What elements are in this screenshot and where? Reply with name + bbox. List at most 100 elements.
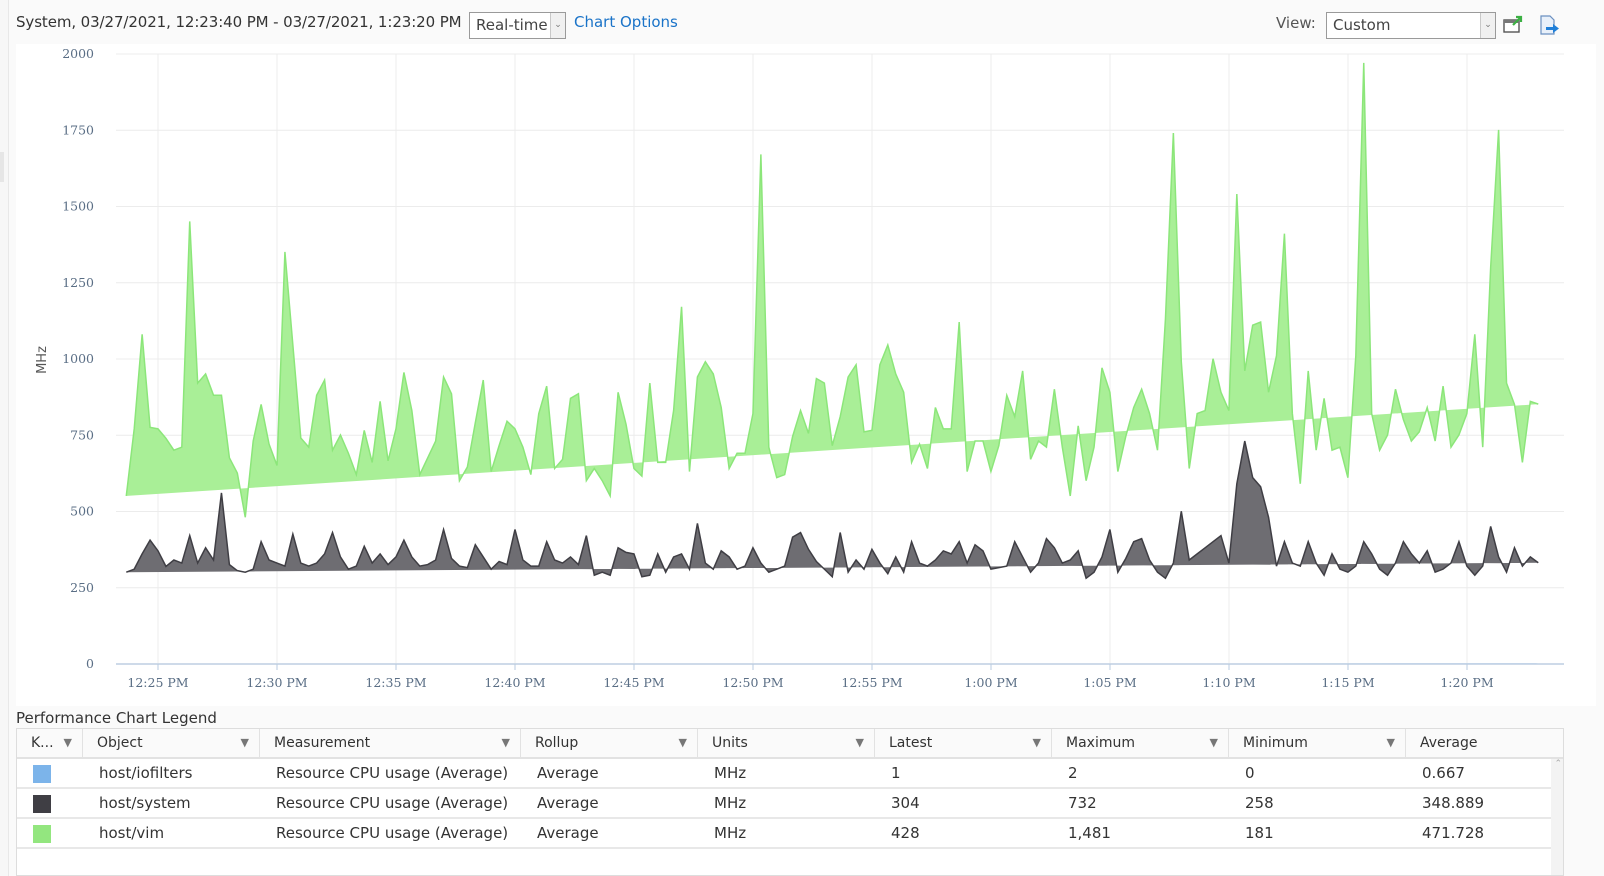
y-tick-label: 0 [86,656,94,671]
units-cell: MHz [714,764,747,782]
chart-svg: 025050075010001250150017502000 12:25 PM 1… [35,46,1564,690]
legend-scrollbar[interactable] [1551,759,1563,875]
column-header-key[interactable]: K... ▼ [17,729,83,757]
y-tick-label: 250 [70,580,94,595]
x-tick-label: 12:55 PM [841,675,902,690]
measurement-cell: Resource CPU usage (Average) [276,794,509,812]
column-label: Minimum [1243,735,1308,751]
y-tick-label: 750 [70,427,94,442]
rollup-cell: Average [537,764,599,782]
view-label: View: [1276,14,1316,32]
panel-collapse-handle[interactable] [0,152,4,182]
timespan-select[interactable]: Real-time ⌄ [469,12,566,39]
scroll-up-icon[interactable]: ⌃ [1554,759,1562,769]
column-label: Average [1420,735,1478,751]
filter-icon[interactable]: ▼ [64,729,72,757]
view-select[interactable]: Custom ⌄ [1326,12,1496,39]
column-header-average[interactable]: Average [1406,729,1563,757]
x-axis: 12:25 PM 12:30 PM 12:35 PM 12:40 PM 12:45 PM… [127,664,1494,690]
x-tick-label: 12:25 PM [127,675,188,690]
chart-header: System, 03/27/2021, 12:23:40 PM - 03/27/… [16,8,1596,42]
units-cell: MHz [714,794,747,812]
column-label: Latest [889,735,933,751]
x-tick-label: 12:40 PM [484,675,545,690]
minimum-cell: 258 [1245,794,1274,812]
x-tick-label: 1:05 PM [1083,675,1136,690]
column-label: Object [97,735,143,751]
filter-icon[interactable]: ▼ [502,729,510,757]
minimum-cell: 181 [1245,824,1274,842]
series-color-key [33,765,51,783]
chevron-down-icon: ⌄ [1480,13,1495,38]
x-tick-label: 1:10 PM [1202,675,1255,690]
column-header-units[interactable]: Units ▼ [698,729,875,757]
measurement-cell: Resource CPU usage (Average) [276,764,509,782]
performance-chart: 0 250 500 750 1000 1250 1500 1750 2000 12:25 PM 1… [16,44,1596,706]
average-cell: 471.728 [1422,824,1485,842]
x-tick-label: 1:15 PM [1321,675,1374,690]
filter-icon[interactable]: ▼ [1033,729,1041,757]
maximum-cell: 732 [1068,794,1097,812]
column-header-maximum[interactable]: Maximum ▼ [1052,729,1229,757]
object-cell: host/system [99,794,191,812]
object-cell: host/iofilters [99,764,193,782]
series-area-host-vim [126,62,1539,518]
column-header-rollup[interactable]: Rollup ▼ [521,729,698,757]
x-tick-label: 12:35 PM [365,675,426,690]
x-tick-label: 1:00 PM [964,675,1017,690]
x-tick-label: 12:50 PM [722,675,783,690]
column-label: Rollup [535,735,579,751]
series-color-key [33,825,51,843]
column-header-object[interactable]: Object ▼ [83,729,260,757]
maximum-cell: 2 [1068,764,1078,782]
column-label: Units [712,735,748,751]
y-tick-label: 1250 [62,275,94,290]
rollup-cell: Average [537,824,599,842]
y-tick-label: 1000 [62,351,94,366]
view-select-value: Custom [1333,16,1391,34]
column-header-minimum[interactable]: Minimum ▼ [1229,729,1406,757]
units-cell: MHz [714,824,747,842]
chart-title: System, 03/27/2021, 12:23:40 PM - 03/27/… [16,13,462,31]
latest-cell: 428 [891,824,920,842]
legend-row[interactable]: host/iofilters Resource CPU usage (Avera… [17,759,1553,789]
maximum-cell: 1,481 [1068,824,1111,842]
y-tick-label: 2000 [62,46,94,61]
legend-header-row: K... ▼ Object ▼ Measurement ▼ Rollup ▼ Units… [17,729,1563,759]
measurement-cell: Resource CPU usage (Average) [276,824,509,842]
column-header-latest[interactable]: Latest ▼ [875,729,1052,757]
y-axis: 0 250 500 750 1000 1250 1500 1750 2000 [62,46,94,671]
series-color-key [33,795,51,813]
left-panel-edge [0,0,9,876]
timespan-select-value: Real-time [476,16,548,34]
export-icon[interactable] [1538,14,1560,36]
series-areas [116,62,1564,665]
y-tick-label: 1750 [62,122,94,137]
chart-options-link[interactable]: Chart Options [574,13,678,31]
rollup-cell: Average [537,794,599,812]
minimum-cell: 0 [1245,764,1255,782]
y-axis-label: MHz [35,346,50,374]
y-tick-label: 500 [70,504,94,519]
gridlines [116,53,1564,670]
object-cell: host/vim [99,824,165,842]
chevron-down-icon: ⌄ [550,13,565,38]
x-tick-label: 12:45 PM [603,675,664,690]
filter-icon[interactable]: ▼ [241,729,249,757]
filter-icon[interactable]: ▼ [1210,729,1218,757]
legend-table: K... ▼ Object ▼ Measurement ▼ Rollup ▼ Units… [16,728,1564,876]
legend-row[interactable]: host/system Resource CPU usage (Average)… [17,789,1553,819]
x-tick-label: 1:20 PM [1440,675,1493,690]
popout-chart-icon[interactable] [1502,14,1524,36]
filter-icon[interactable]: ▼ [1387,729,1395,757]
filter-icon[interactable]: ▼ [679,729,687,757]
column-header-measurement[interactable]: Measurement ▼ [260,729,521,757]
filter-icon[interactable]: ▼ [856,729,864,757]
x-tick-label: 12:30 PM [246,675,307,690]
legend-row[interactable]: host/vim Resource CPU usage (Average) Av… [17,819,1553,849]
latest-cell: 304 [891,794,920,812]
latest-cell: 1 [891,764,901,782]
column-label: Maximum [1066,735,1135,751]
column-label: Measurement [274,735,371,751]
y-tick-label: 1500 [62,199,94,214]
